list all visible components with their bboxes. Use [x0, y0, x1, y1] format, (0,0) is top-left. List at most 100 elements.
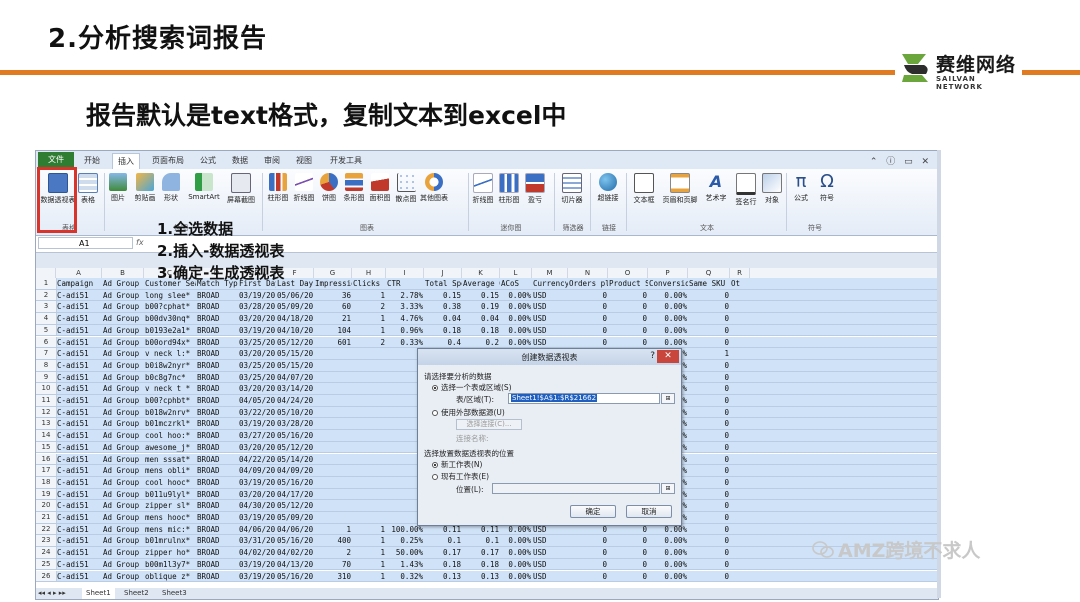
row-number[interactable]: 2: [36, 289, 57, 301]
cell[interactable]: 05/16/201: [276, 477, 314, 488]
cell[interactable]: [352, 395, 386, 406]
cell[interactable]: b0193e2a1*: [144, 325, 196, 336]
cell[interactable]: USD: [532, 535, 568, 546]
cell[interactable]: Conversion: [648, 278, 688, 289]
tab-insert[interactable]: 插入: [112, 153, 140, 170]
row-number[interactable]: 14: [36, 430, 57, 441]
cell[interactable]: 0: [608, 571, 648, 582]
row-number[interactable]: 26: [36, 570, 57, 582]
cell[interactable]: 0.00%: [500, 325, 532, 336]
cell[interactable]: 03/20/2016: [238, 442, 276, 453]
sheet-nav-arrows-icon[interactable]: ◂◂ ◂ ▸ ▸▸: [38, 588, 66, 599]
cell[interactable]: 04/06/2016: [238, 524, 276, 535]
cell[interactable]: 0: [688, 454, 730, 465]
cell[interactable]: 0.17: [424, 547, 462, 558]
bar-chart-button[interactable]: 条形图: [342, 173, 366, 203]
radio-new-worksheet[interactable]: 新工作表(N): [432, 459, 482, 470]
cell[interactable]: 04/02/2016: [238, 547, 276, 558]
line-chart-button[interactable]: 折线图: [292, 173, 316, 203]
tab-page-layout[interactable]: 页面布局: [148, 153, 188, 169]
cell[interactable]: Ad Group: [102, 535, 144, 546]
cell[interactable]: awesome_j*: [144, 442, 196, 453]
cell[interactable]: 0.19: [462, 301, 500, 312]
cell[interactable]: 0.00%: [648, 571, 688, 582]
cell[interactable]: C-adi51: [56, 430, 102, 441]
radio-select-table[interactable]: 选择一个表或区域(S): [432, 382, 512, 393]
tab-view[interactable]: 视图: [292, 153, 316, 169]
cell[interactable]: b00?cphbt*: [144, 395, 196, 406]
cell[interactable]: BROAD: [196, 372, 238, 383]
cell[interactable]: 04/02/201: [276, 547, 314, 558]
row-number[interactable]: 12: [36, 406, 57, 418]
cell[interactable]: USD: [532, 337, 568, 348]
cell[interactable]: C-adi51: [56, 313, 102, 324]
cell[interactable]: 1: [352, 325, 386, 336]
cell[interactable]: C-adi51: [56, 524, 102, 535]
cell[interactable]: b00ord94x*: [144, 337, 196, 348]
cell[interactable]: 0.00%: [500, 337, 532, 348]
cell[interactable]: Ad Group: [102, 407, 144, 418]
tab-developer[interactable]: 开发工具: [326, 153, 366, 169]
cell[interactable]: 05/16/201: [276, 535, 314, 546]
cell[interactable]: [352, 360, 386, 371]
cell[interactable]: 0: [688, 571, 730, 582]
cell[interactable]: [314, 407, 352, 418]
cell[interactable]: 0.00%: [648, 301, 688, 312]
cell[interactable]: 0.00%: [500, 290, 532, 301]
column-header[interactable]: O: [608, 268, 648, 278]
cell[interactable]: 0: [568, 535, 608, 546]
cell[interactable]: 04/05/2016: [238, 395, 276, 406]
range-picker-icon[interactable]: ⊞: [661, 393, 675, 404]
column-header[interactable]: B: [102, 268, 144, 278]
column-header[interactable]: G: [314, 268, 352, 278]
sparkline-winloss-button[interactable]: 盈亏: [524, 173, 546, 205]
cell[interactable]: BROAD: [196, 547, 238, 558]
cell[interactable]: BROAD: [196, 337, 238, 348]
cell[interactable]: 0.4: [424, 337, 462, 348]
shapes-button[interactable]: 形状: [160, 173, 182, 203]
cell[interactable]: [352, 418, 386, 429]
cell[interactable]: Same SKU Units: [688, 278, 730, 289]
cell[interactable]: BROAD: [196, 383, 238, 394]
cell[interactable]: 05/12/201: [276, 500, 314, 511]
table-row[interactable]: 3C-adi51Ad Groupb00?cphat*BROAD03/28/201…: [36, 301, 938, 314]
cell[interactable]: b0i8w2nyr*: [144, 360, 196, 371]
cell[interactable]: Ad Group: [102, 430, 144, 441]
cell[interactable]: [352, 442, 386, 453]
cell[interactable]: [352, 407, 386, 418]
cell[interactable]: [314, 512, 352, 523]
column-header[interactable]: H: [352, 268, 386, 278]
cell[interactable]: 0.33%: [386, 337, 424, 348]
clipart-button[interactable]: 剪贴画: [132, 173, 158, 203]
cell[interactable]: 04/09/2016: [238, 465, 276, 476]
scatter-chart-button[interactable]: 散点图: [394, 173, 418, 204]
cell[interactable]: USD: [532, 571, 568, 582]
signature-line-button[interactable]: 签名行: [732, 173, 760, 207]
cell[interactable]: 2: [314, 547, 352, 558]
cell[interactable]: Ad Group: [102, 477, 144, 488]
cell[interactable]: 0.04: [462, 313, 500, 324]
cell[interactable]: Ad Group: [102, 313, 144, 324]
cell[interactable]: 0.00%: [500, 313, 532, 324]
cell[interactable]: 0.1: [424, 535, 462, 546]
cell[interactable]: Ad Group: [102, 325, 144, 336]
cell[interactable]: 1: [314, 524, 352, 535]
cell[interactable]: 03/19/2016: [238, 290, 276, 301]
row-number[interactable]: 18: [36, 476, 57, 488]
cell[interactable]: 0.1: [462, 535, 500, 546]
cell[interactable]: 0: [568, 290, 608, 301]
row-number[interactable]: 7: [36, 348, 57, 359]
cell[interactable]: 05/10/201: [276, 407, 314, 418]
cell[interactable]: 21: [314, 313, 352, 324]
cell[interactable]: long slee*: [144, 290, 196, 301]
cell[interactable]: C-adi51: [56, 465, 102, 476]
cell[interactable]: 03/19/2016: [238, 571, 276, 582]
row-number[interactable]: 19: [36, 488, 57, 500]
column-header[interactable]: A: [56, 268, 102, 278]
cell[interactable]: 1: [352, 559, 386, 570]
row-number[interactable]: 25: [36, 558, 57, 570]
cell[interactable]: C-adi51: [56, 512, 102, 523]
cell[interactable]: 0: [688, 430, 730, 441]
cell[interactable]: C-adi51: [56, 348, 102, 359]
cell[interactable]: 0.00%: [648, 290, 688, 301]
